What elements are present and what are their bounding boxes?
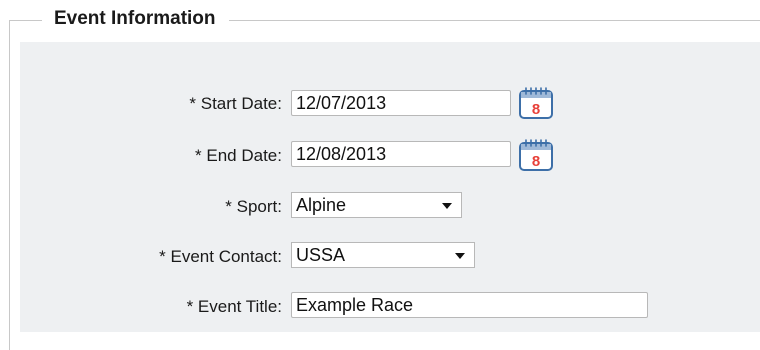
sport-select[interactable]: Alpine	[291, 192, 462, 218]
start-date-calendar-button[interactable]: 8	[518, 86, 554, 120]
start-date-label: * Start Date:	[189, 94, 282, 113]
dropdown-arrow-icon	[442, 203, 452, 209]
start-date-input[interactable]	[291, 90, 511, 116]
section-legend: Event Information	[42, 6, 229, 32]
event-information-panel	[20, 42, 760, 332]
dropdown-arrow-icon	[455, 253, 465, 259]
event-contact-selected-value: USSA	[296, 245, 346, 265]
end-date-input[interactable]	[291, 141, 511, 167]
sport-label: * Sport:	[225, 197, 282, 216]
calendar-icon: 8	[519, 139, 553, 171]
calendar-day-number: 8	[532, 153, 540, 170]
event-contact-label: * Event Contact:	[159, 247, 282, 266]
event-title-label: * Event Title:	[186, 297, 282, 316]
event-contact-select[interactable]: USSA	[291, 242, 475, 268]
end-date-label: * End Date:	[195, 146, 282, 165]
calendar-day-number: 8	[532, 101, 540, 118]
event-title-input[interactable]	[291, 292, 648, 318]
sport-selected-value: Alpine	[296, 195, 347, 215]
end-date-calendar-button[interactable]: 8	[518, 138, 554, 172]
calendar-icon: 8	[519, 87, 553, 119]
